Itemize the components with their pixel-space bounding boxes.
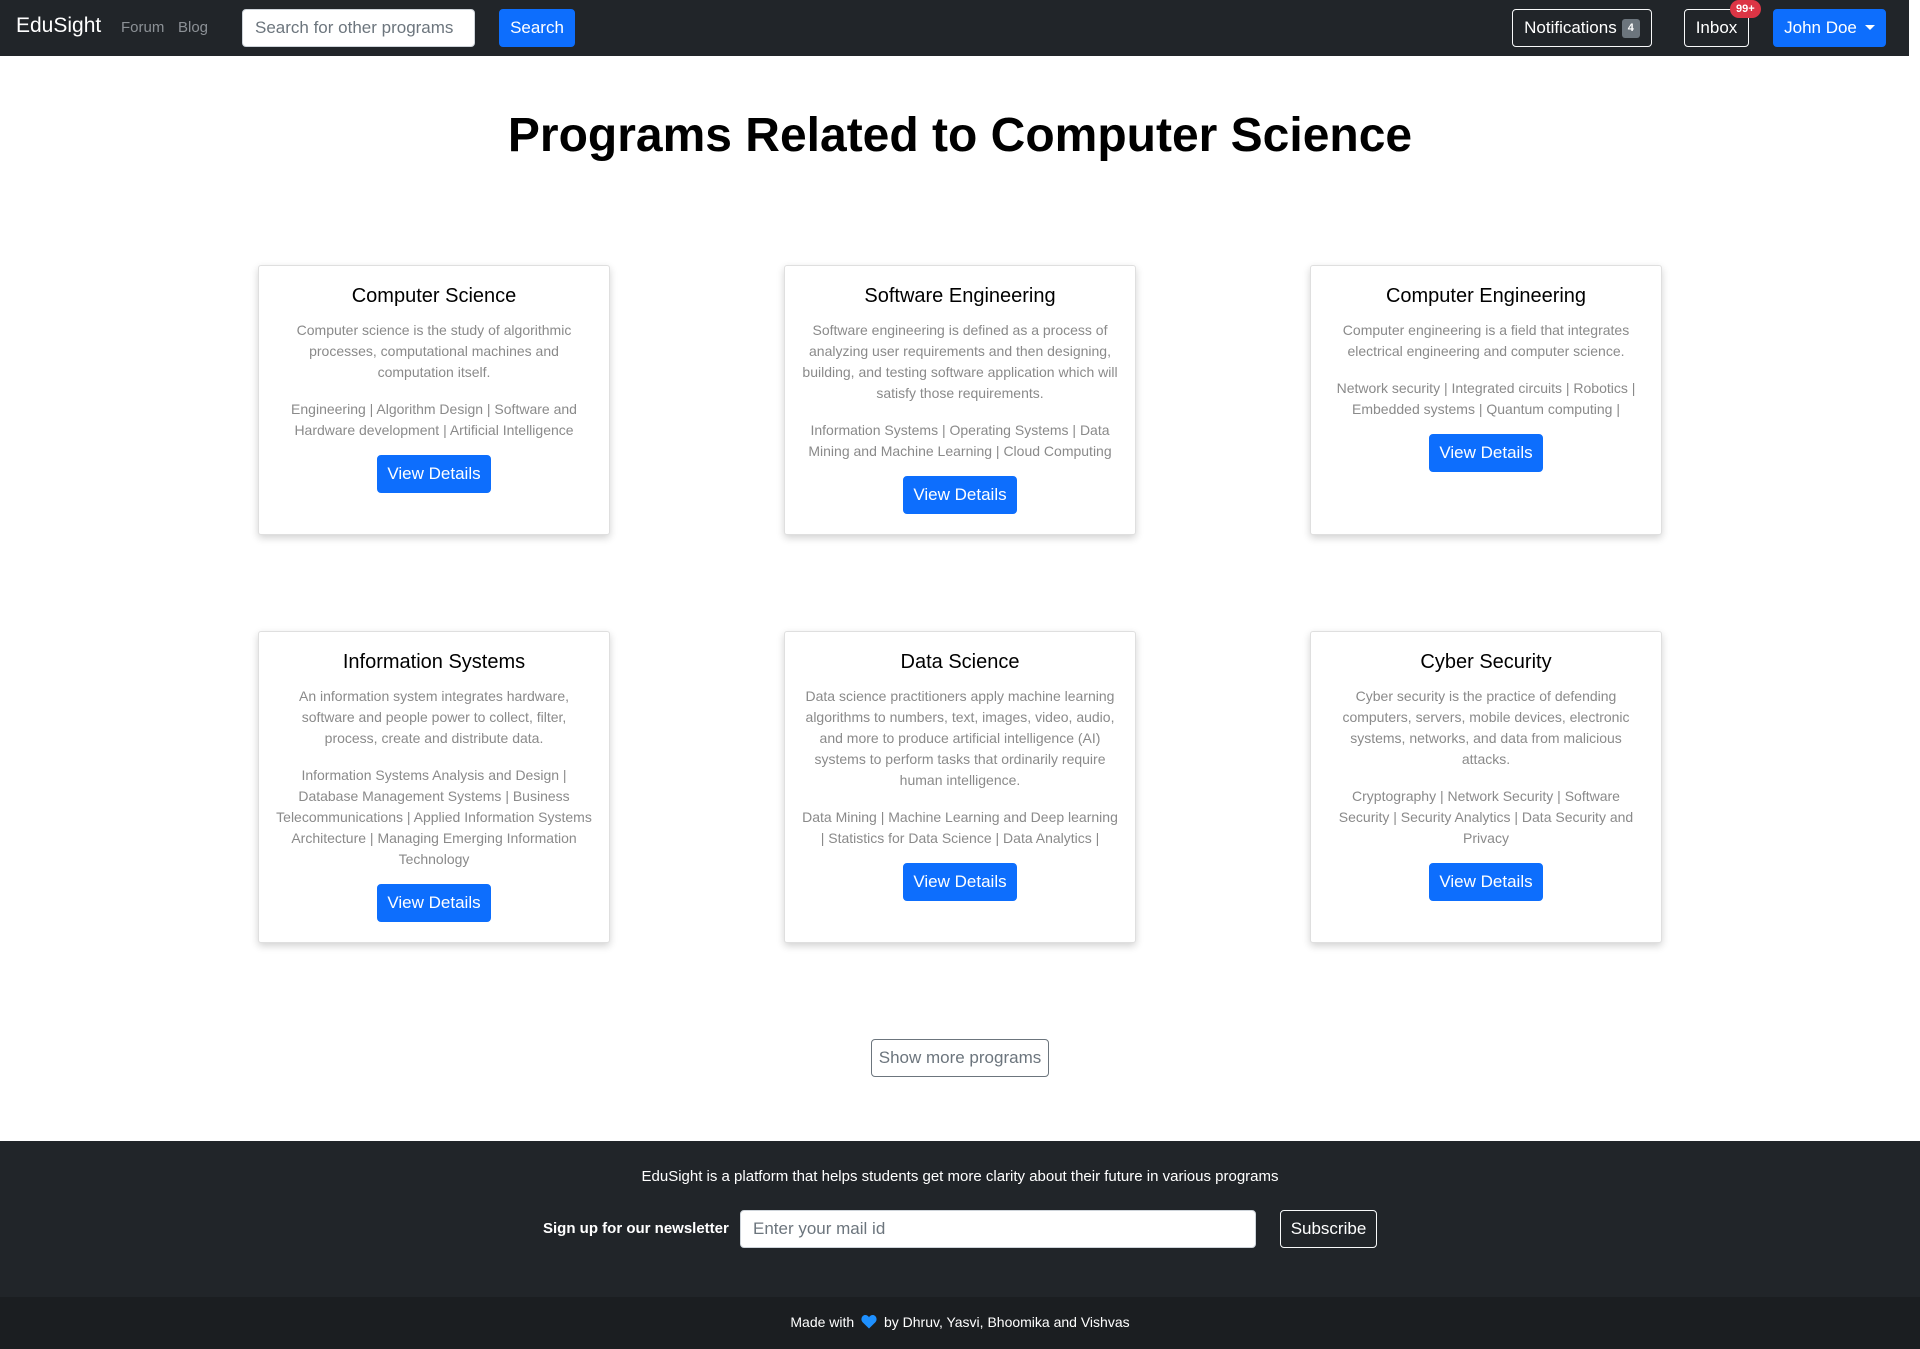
program-card: Computer Engineering Computer engineerin… <box>1310 265 1662 535</box>
brand-logo[interactable]: EduSight <box>16 14 101 38</box>
heart-icon <box>861 1299 877 1349</box>
program-card: Data Science Data science practitioners … <box>784 631 1136 943</box>
program-description: Computer engineering is a field that int… <box>1342 322 1630 359</box>
notifications-count-badge: 4 <box>1621 19 1640 38</box>
program-title: Cyber Security <box>1420 651 1552 673</box>
view-details-button[interactable]: View Details <box>903 476 1017 514</box>
program-topics: Network security | Integrated circuits |… <box>1336 380 1636 417</box>
subscribe-button[interactable]: Subscribe <box>1280 1210 1377 1248</box>
footer: EduSight is a platform that helps studen… <box>0 1141 1920 1297</box>
caret-down-icon <box>1864 25 1875 30</box>
show-more-programs-button[interactable]: Show more programs <box>871 1039 1049 1077</box>
credits-bar: Made with by Dhruv, Yasvi, Bhoomika and … <box>0 1297 1920 1349</box>
navbar: EduSight Forum Blog Search Notifications… <box>0 0 1909 56</box>
program-title: Data Science <box>900 651 1020 673</box>
view-details-button[interactable]: View Details <box>377 455 491 493</box>
user-name: John Doe <box>1784 18 1857 37</box>
search-button[interactable]: Search <box>499 9 575 47</box>
program-topics: Cryptography | Network Security | Softwa… <box>1338 788 1634 846</box>
inbox-label: Inbox <box>1695 18 1738 37</box>
program-card: Software Engineering Software engineerin… <box>784 265 1136 535</box>
program-title: Information Systems <box>342 651 526 673</box>
program-topics: Information Systems Analysis and Design … <box>276 767 592 867</box>
notifications-label: Notifications <box>1524 18 1617 37</box>
program-description: Software engineering is defined as a pro… <box>802 322 1118 401</box>
program-topics: Data Mining | Machine Learning and Deep … <box>802 809 1118 846</box>
user-menu-dropdown[interactable]: John Doe <box>1773 9 1886 47</box>
program-description: Computer science is the study of algorit… <box>296 322 572 380</box>
view-details-button[interactable]: View Details <box>377 884 491 922</box>
program-description: Cyber security is the practice of defend… <box>1342 688 1630 767</box>
program-description: An information system integrates hardwar… <box>298 688 569 746</box>
program-title: Computer Science <box>351 285 517 307</box>
program-card: Cyber Security Cyber security is the pra… <box>1310 631 1662 943</box>
inbox-unread-badge: 99+ <box>1730 0 1761 18</box>
view-details-button[interactable]: View Details <box>903 863 1017 901</box>
nav-link-forum[interactable]: Forum <box>121 19 164 36</box>
search-input[interactable] <box>242 9 475 47</box>
made-with-prefix: Made with <box>790 1314 855 1330</box>
notifications-button[interactable]: Notifications 4 <box>1512 9 1652 47</box>
page-title: Programs Related to Computer Science <box>507 109 1413 162</box>
program-topics: Information Systems | Operating Systems … <box>808 422 1112 459</box>
newsletter-label: Sign up for our newsletter <box>543 1220 729 1237</box>
program-title: Software Engineering <box>864 285 1056 307</box>
view-details-button[interactable]: View Details <box>1429 434 1543 472</box>
program-card: Computer Science Computer science is the… <box>258 265 610 535</box>
program-topics: Engineering | Algorithm Design | Softwar… <box>291 401 577 438</box>
view-details-button[interactable]: View Details <box>1429 863 1543 901</box>
program-description: Data science practitioners apply machine… <box>805 688 1115 788</box>
program-title: Computer Engineering <box>1385 285 1587 307</box>
made-with-suffix: by Dhruv, Yasvi, Bhoomika and Vishvas <box>883 1314 1130 1330</box>
newsletter-email-input[interactable] <box>740 1210 1256 1248</box>
footer-description: EduSight is a platform that helps studen… <box>641 1168 1279 1185</box>
program-card: Information Systems An information syste… <box>258 631 610 943</box>
nav-link-blog[interactable]: Blog <box>178 19 208 36</box>
